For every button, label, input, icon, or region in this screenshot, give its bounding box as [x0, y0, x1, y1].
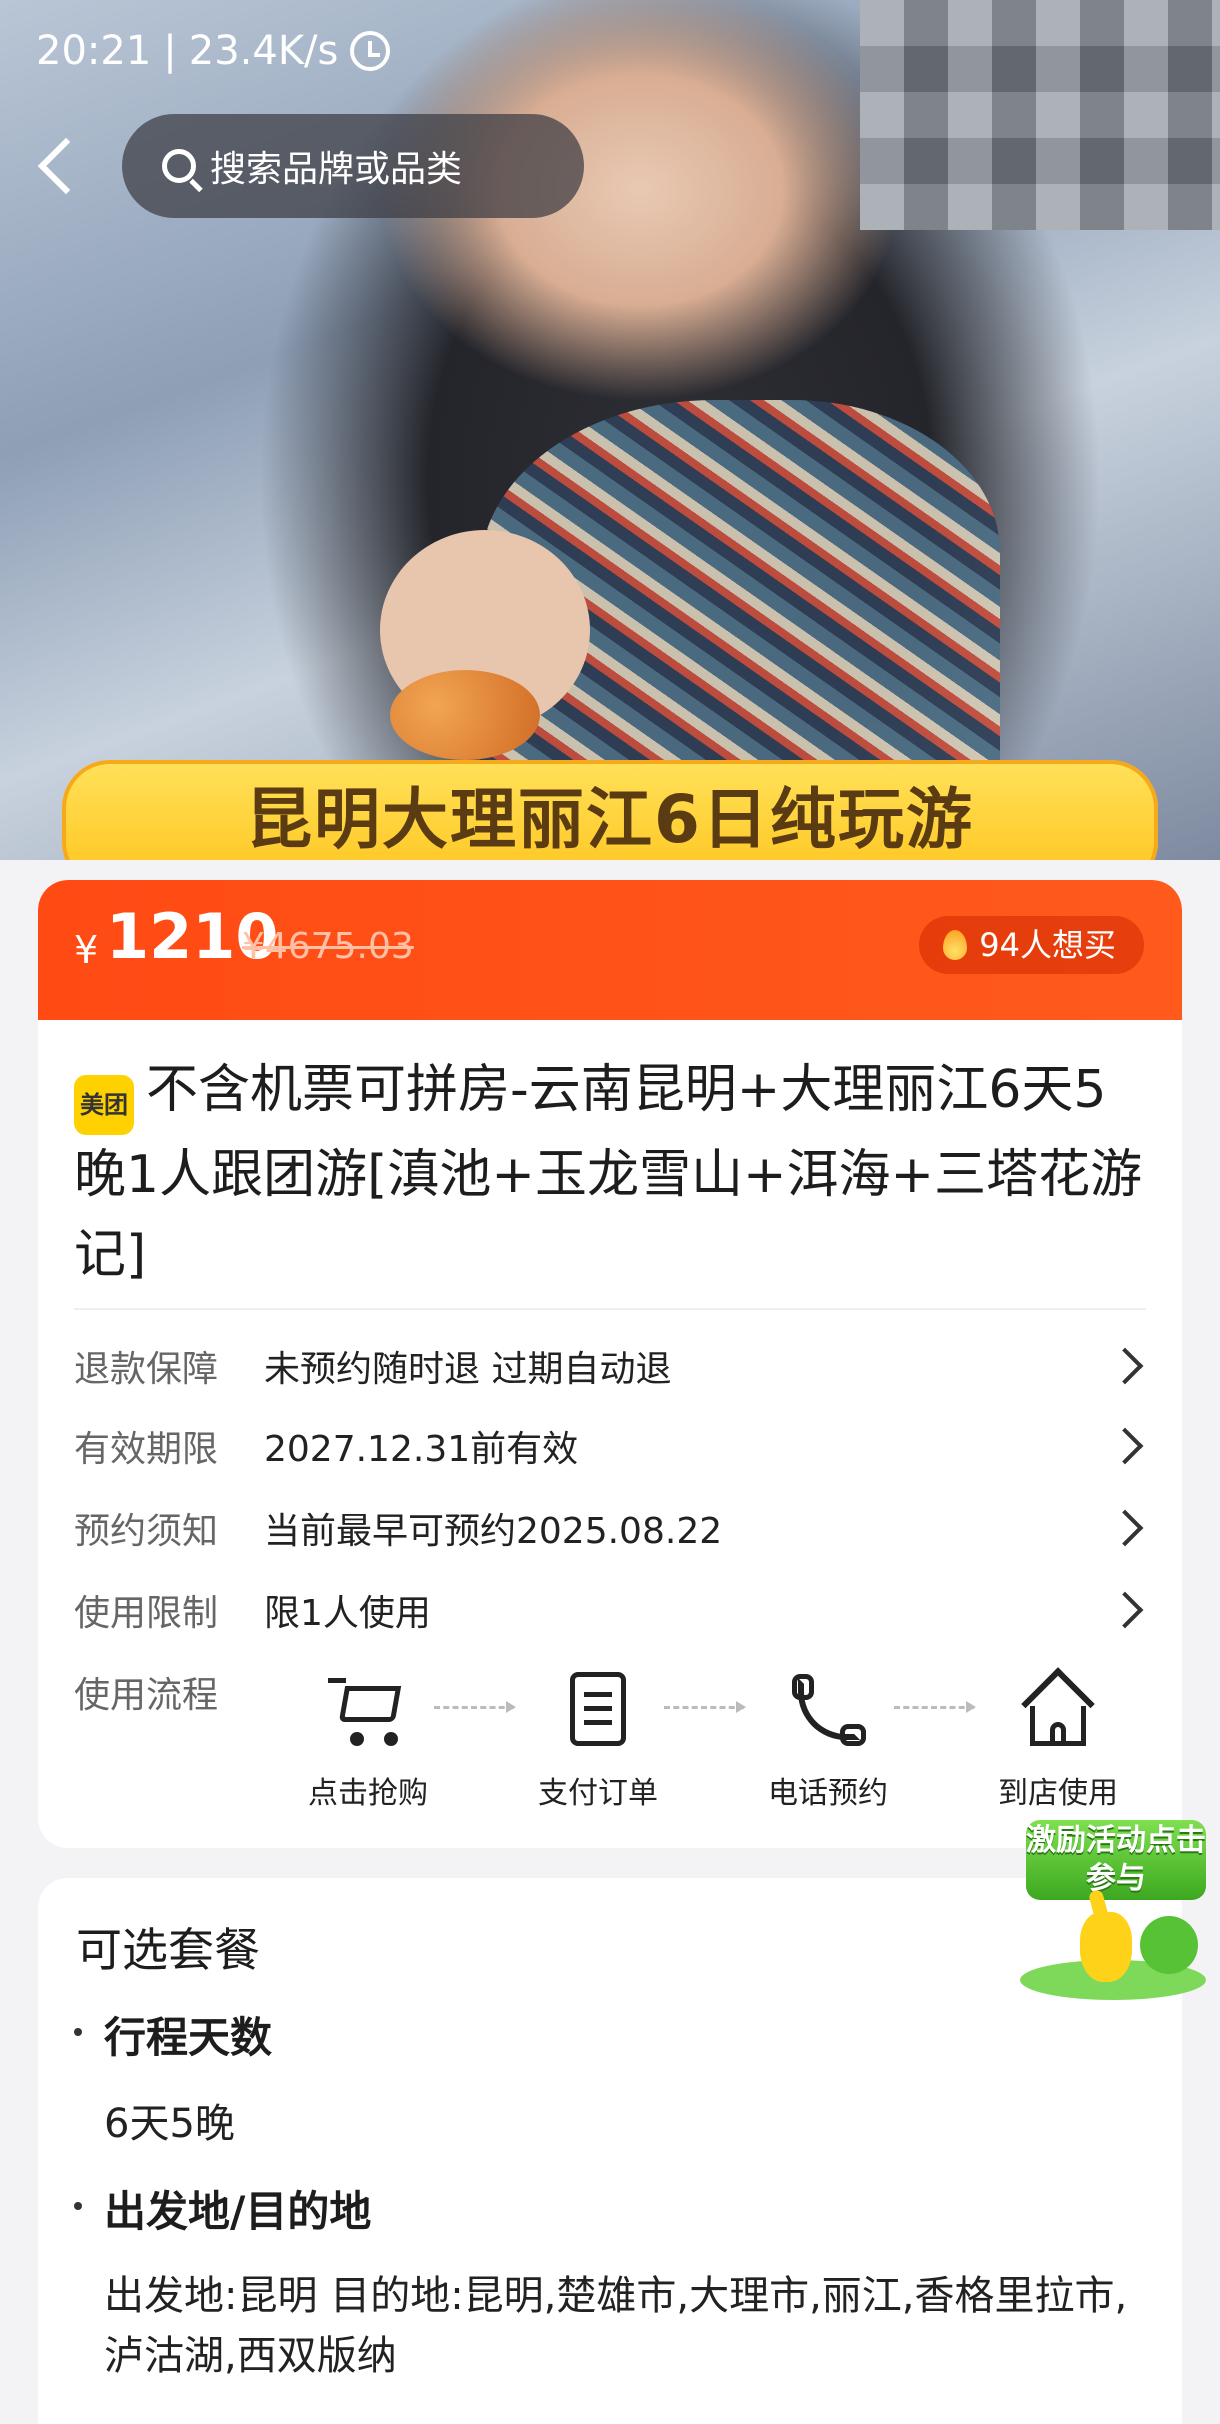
packages-card: 可选套餐 行程天数 6天5晚 出发地/目的地 出发地:昆明 目的地:昆明,楚雄市… — [38, 1878, 1182, 2424]
package-section-value: 6天5晚 — [104, 2101, 235, 2147]
rabbit-icon — [1080, 1912, 1132, 1982]
product-title: 美团 不含机票可拼房-云南昆明+大理丽江6天5晚1人跟团游[滇池+玉龙雪山+洱海+… — [74, 1050, 1154, 1295]
meituan-badge: 美团 — [74, 1075, 134, 1135]
cart-icon — [328, 1670, 408, 1750]
info-row-label: 使用限制 — [74, 1593, 219, 1634]
mosaic-area — [860, 0, 1220, 230]
hero-photo-bracelet — [390, 670, 540, 760]
price-bar: ¥ 1210 ¥4675.03 94人想买 — [38, 880, 1182, 1020]
hero-image: 20:21 | 23.4K/s 搜索品牌或品类 昆明大理丽江6日纯玩游 — [0, 0, 1220, 860]
status-bar: 20:21 | 23.4K/s — [36, 28, 391, 74]
info-row-refund[interactable]: 退款保障 未预约随时退 过期自动退 — [74, 1336, 1146, 1396]
back-button[interactable] — [28, 130, 84, 200]
search-placeholder: 搜索品牌或品类 — [210, 149, 463, 190]
flow-step-label: 电话预约 — [768, 1776, 888, 1811]
info-row-booking[interactable]: 预约须知 当前最早可预约2025.08.22 — [74, 1498, 1146, 1558]
chevron-right-icon — [1106, 1347, 1144, 1385]
bullet-dot — [74, 2028, 82, 2036]
info-row-label: 预约须知 — [74, 1511, 219, 1552]
promo-text: 激励活动点击参与 — [1026, 1820, 1206, 1900]
info-row-label: 有效期限 — [74, 1429, 219, 1470]
package-section-title-partial: 酒店 — [104, 2418, 194, 2424]
search-input[interactable]: 搜索品牌或品类 — [122, 114, 584, 218]
info-row-limit[interactable]: 使用限制 限1人使用 — [74, 1580, 1146, 1640]
flow-step-label: 点击抢购 — [308, 1776, 428, 1811]
original-price: ¥4675.03 — [242, 926, 414, 967]
status-network-speed: 23.4K/s — [188, 28, 339, 74]
bullet-dot — [74, 2202, 82, 2210]
promo-floating-button[interactable]: 激励活动点击参与 — [1020, 1820, 1206, 2006]
package-section-title: 行程天数 — [104, 2013, 273, 2062]
flow-step-label: 支付订单 — [538, 1776, 658, 1811]
alarm-icon — [350, 31, 391, 71]
info-row-value: 限1人使用 — [264, 1593, 431, 1634]
flow-step-visit: 到店使用 — [973, 1667, 1143, 1812]
info-row-value: 当前最早可预约2025.08.22 — [264, 1511, 723, 1552]
divider — [74, 1308, 1146, 1310]
info-row-label: 退款保障 — [74, 1349, 219, 1390]
chevron-right-icon — [1106, 1427, 1144, 1465]
phone-icon — [788, 1670, 868, 1750]
info-row-value: 2027.12.31前有效 — [264, 1429, 579, 1470]
status-separator: | — [163, 28, 177, 74]
want-count-badge: 94人想买 — [919, 916, 1144, 974]
flow-step-buy: 点击抢购 — [283, 1670, 453, 1812]
flow-step-label: 到店使用 — [998, 1776, 1118, 1811]
currency-symbol: ¥ — [74, 928, 99, 972]
flow-arrow — [434, 1701, 516, 1713]
house-icon — [1018, 1667, 1098, 1750]
flow-step-pay: 支付订单 — [513, 1670, 683, 1812]
packages-heading: 可选套餐 — [76, 1923, 260, 1977]
status-time: 20:21 — [36, 28, 152, 74]
package-section-title: 出发地/目的地 — [104, 2187, 372, 2236]
chevron-right-icon — [1106, 1509, 1144, 1547]
flame-icon — [943, 930, 968, 960]
hero-banner: 昆明大理丽江6日纯玩游 — [62, 760, 1158, 860]
tree-icon — [1140, 1916, 1198, 1974]
product-card: ¥ 1210 ¥4675.03 94人想买 美团 不含机票可拼房-云南昆明+大理丽… — [38, 880, 1182, 1848]
info-row-value: 未预约随时退 过期自动退 — [264, 1349, 672, 1390]
flow-arrow — [894, 1701, 976, 1713]
product-title-text: 不含机票可拼房-云南昆明+大理丽江6天5晚1人跟团游[滇池+玉龙雪山+洱海+三塔… — [74, 1060, 1143, 1285]
search-icon — [162, 149, 196, 183]
usage-flow-label: 使用流程 — [74, 1675, 219, 1716]
document-icon — [558, 1670, 638, 1750]
flow-arrow — [664, 1701, 746, 1713]
flow-step-call: 电话预约 — [743, 1670, 913, 1812]
want-count-text: 94人想买 — [979, 926, 1116, 964]
package-section-value: 出发地:昆明 目的地:昆明,楚雄市,大理市,丽江,香格里拉市,泸沽湖,西双版纳 — [104, 2273, 1128, 2379]
chevron-right-icon — [1106, 1591, 1144, 1629]
info-row-validity[interactable]: 有效期限 2027.12.31前有效 — [74, 1416, 1146, 1476]
